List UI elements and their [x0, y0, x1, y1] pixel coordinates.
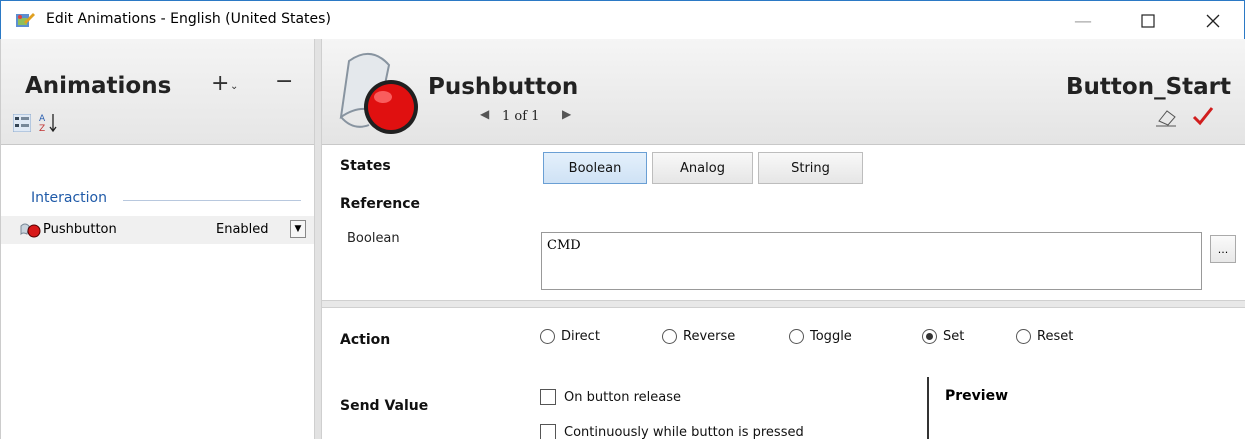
- checkmark-icon[interactable]: [1192, 105, 1214, 127]
- action-reverse-radio[interactable]: Reverse: [662, 329, 735, 344]
- reference-value: CMD: [547, 238, 581, 253]
- radio-label: Reverse: [683, 329, 736, 344]
- sort-alphabetical-icon[interactable]: A Z: [39, 112, 59, 134]
- preview-label: Preview: [945, 388, 1009, 404]
- radio-label: Reset: [1037, 329, 1074, 344]
- animation-title: Pushbutton: [428, 74, 579, 100]
- radio-circle: [662, 329, 677, 344]
- preview-divider: [927, 377, 929, 439]
- action-reset-radio[interactable]: Reset: [1016, 329, 1073, 344]
- animations-title: Animations: [25, 73, 172, 99]
- reference-label: Reference: [340, 196, 421, 212]
- group-divider: [123, 200, 301, 201]
- state-string-button[interactable]: String: [758, 152, 863, 184]
- reference-expression-input[interactable]: CMD: [541, 232, 1202, 290]
- radio-label: Set: [943, 329, 965, 344]
- status-dropdown-button[interactable]: ▼: [290, 220, 306, 238]
- maximize-icon[interactable]: [1128, 7, 1168, 35]
- section-divider: [322, 300, 1245, 308]
- previous-page-icon[interactable]: ◀: [480, 107, 489, 121]
- animation-item-label: Pushbutton: [43, 222, 117, 237]
- reference-boolean-label: Boolean: [347, 231, 400, 246]
- send-value-label: Send Value: [340, 398, 429, 414]
- minimize-icon[interactable]: —: [1063, 7, 1103, 35]
- title-bar: Edit Animations - English (United States…: [0, 0, 1245, 39]
- checkbox-label: On button release: [564, 389, 682, 405]
- radio-circle: [1016, 329, 1031, 344]
- svg-text:A: A: [39, 114, 46, 124]
- pushbutton-scroll-icon: [339, 53, 418, 134]
- page-indicator: 1 of 1: [502, 109, 540, 124]
- radio-label: Toggle: [810, 329, 852, 344]
- svg-text:Z: Z: [39, 124, 45, 134]
- browse-button[interactable]: ...: [1210, 235, 1236, 263]
- checkbox-box: [540, 424, 556, 439]
- checkbox-box: [540, 389, 556, 405]
- radio-circle: [789, 329, 804, 344]
- animation-list-item-pushbutton[interactable]: Pushbutton Enabled ▼: [1, 216, 315, 244]
- panel-splitter[interactable]: [314, 39, 322, 439]
- add-animation-button[interactable]: +: [211, 71, 229, 96]
- object-name: Button_Start: [1066, 74, 1231, 100]
- group-label-interaction: Interaction: [31, 190, 107, 206]
- add-dropdown-chevron-icon[interactable]: ⌄: [230, 81, 238, 92]
- on-button-release-checkbox[interactable]: On button release: [540, 389, 681, 405]
- continuously-pressed-checkbox[interactable]: Continuously while button is pressed: [540, 424, 804, 439]
- animations-panel: Animations + ⌄ − A Z Interaction Pushbut…: [0, 39, 315, 439]
- state-boolean-button[interactable]: Boolean: [543, 152, 647, 184]
- remove-animation-button[interactable]: −: [275, 69, 293, 94]
- checkbox-label: Continuously while button is pressed: [564, 424, 804, 439]
- action-label: Action: [340, 332, 391, 348]
- window-title: Edit Animations - English (United States…: [46, 11, 331, 27]
- next-page-icon[interactable]: ▶: [562, 107, 571, 121]
- radio-label: Direct: [561, 329, 600, 344]
- animation-header: Pushbutton ◀ 1 of 1 ▶ Button_Start: [322, 39, 1245, 145]
- radio-circle: [540, 329, 555, 344]
- edit-animations-app-icon: [16, 13, 35, 27]
- close-icon[interactable]: [1193, 7, 1233, 35]
- states-label: States: [340, 158, 391, 174]
- action-toggle-radio[interactable]: Toggle: [789, 329, 852, 344]
- eraser-icon[interactable]: [1155, 109, 1177, 127]
- action-set-radio[interactable]: Set: [922, 329, 964, 344]
- radio-circle-selected: [922, 329, 937, 344]
- animations-header: Animations + ⌄ − A Z: [1, 39, 315, 145]
- action-direct-radio[interactable]: Direct: [540, 329, 600, 344]
- state-analog-button[interactable]: Analog: [652, 152, 753, 184]
- pushbutton-icon: [20, 223, 41, 238]
- categorized-view-icon[interactable]: [13, 114, 31, 132]
- animation-item-status: Enabled: [216, 222, 269, 237]
